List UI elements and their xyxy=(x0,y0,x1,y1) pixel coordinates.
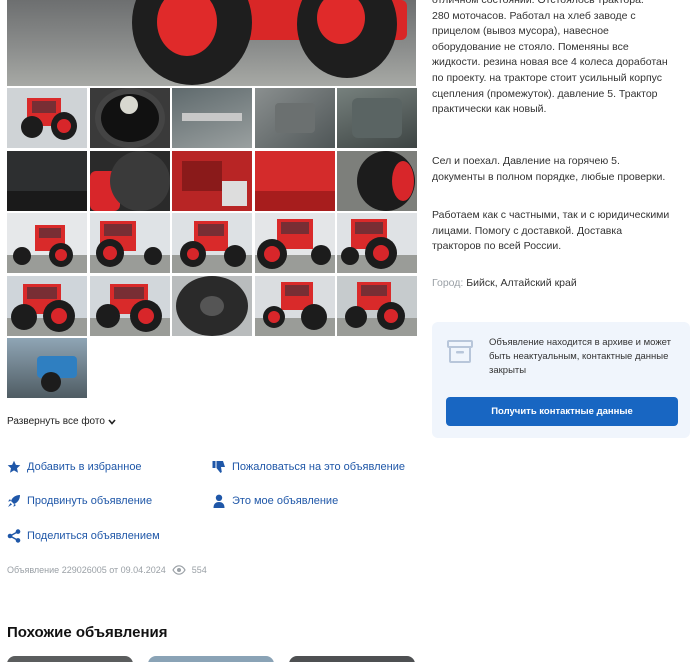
report-listing-link[interactable]: Пожаловаться на это объявление xyxy=(212,460,405,474)
description-line: по проекту. на тракторе стоит усильный к… xyxy=(432,71,663,84)
promote-listing-link[interactable]: Продвинуть объявление xyxy=(7,494,152,508)
views-count: 554 xyxy=(191,565,207,575)
add-to-favorites-label: Добавить в избранное xyxy=(27,461,142,473)
photo-thumb[interactable] xyxy=(89,213,170,273)
photo-thumb[interactable] xyxy=(89,88,170,148)
description-paragraph: отличном состоянии. Отстоялось трактора.… xyxy=(432,0,690,118)
photo-thumb[interactable] xyxy=(7,213,87,273)
description-paragraph: Работаем как с частными, так и с юридиче… xyxy=(432,208,690,255)
description-line: 280 моточасов. Работал на хлеб заводе с xyxy=(432,9,636,22)
photo-thumb[interactable] xyxy=(337,88,417,148)
city-value: Бийск, Алтайский край xyxy=(466,277,577,289)
add-to-favorites-link[interactable]: Добавить в избранное xyxy=(7,460,142,474)
expand-photos-toggle[interactable]: Развернуть все фото xyxy=(7,416,116,427)
expand-photos-label: Развернуть все фото xyxy=(7,416,105,427)
city-info: Город: Бийск, Алтайский край xyxy=(432,277,577,289)
city-label: Город: xyxy=(432,277,464,289)
archive-note: Объявление находится в архиве и может бы… xyxy=(489,337,671,376)
user-icon xyxy=(212,494,226,508)
listing-id-date: Объявление 229026005 от 09.04.2024 xyxy=(7,565,166,575)
photo-thumb[interactable] xyxy=(254,88,335,148)
photo-thumb[interactable] xyxy=(89,150,170,211)
description-line: жидкости. резина новая все 4 колеса дора… xyxy=(432,56,668,69)
photo-thumb[interactable] xyxy=(172,150,252,211)
description-line: Работаем как с частными, так и с юридиче… xyxy=(432,209,670,221)
description-line: отличном состоянии. Отстоялось трактора. xyxy=(432,0,644,6)
report-listing-label: Пожаловаться на это объявление xyxy=(232,461,405,473)
my-listing-label: Это мое объявление xyxy=(232,495,339,507)
share-listing-link[interactable]: Поделиться объявлением xyxy=(7,529,160,543)
description-line: сцепления (промежуток). давление 5. Трак… xyxy=(432,87,658,100)
main-photo[interactable] xyxy=(7,0,416,86)
photo-thumb[interactable] xyxy=(337,275,417,336)
similar-listing-thumb[interactable] xyxy=(7,656,133,662)
share-icon xyxy=(7,529,21,543)
photo-thumb[interactable] xyxy=(89,275,170,336)
photo-thumb[interactable] xyxy=(254,213,335,273)
listing-meta: Объявление 229026005 от 09.04.2024 554 xyxy=(7,565,207,575)
star-icon xyxy=(7,460,21,474)
description-line: Сел и поехал. Давление на горячею 5. xyxy=(432,155,620,167)
photo-thumb[interactable] xyxy=(254,275,335,336)
my-listing-link[interactable]: Это мое объявление xyxy=(212,494,338,508)
photo-thumb[interactable] xyxy=(337,213,417,273)
chevron-down-icon xyxy=(108,417,116,427)
archive-notice: Объявление находится в архиве и может бы… xyxy=(432,322,690,438)
similar-listings-title: Похожие объявления xyxy=(7,624,168,641)
photo-thumb[interactable] xyxy=(172,213,252,273)
rocket-icon xyxy=(7,494,21,508)
eye-icon xyxy=(172,565,186,575)
photo-thumb[interactable] xyxy=(7,275,87,336)
thumbs-down-icon xyxy=(212,460,226,474)
get-contacts-button[interactable]: Получить контактные данные xyxy=(446,397,678,426)
photo-thumb[interactable] xyxy=(337,150,417,211)
photo-thumb[interactable] xyxy=(7,88,87,148)
photo-grid xyxy=(7,88,417,398)
description-line: тракторов по всей России. xyxy=(432,240,562,253)
description-line: документы в полном порядке, любые провер… xyxy=(432,170,666,183)
photo-thumb[interactable] xyxy=(172,275,252,336)
photo-thumb[interactable] xyxy=(7,150,87,211)
description-line: практически как новый. xyxy=(432,103,547,116)
archive-box-icon xyxy=(446,337,474,365)
description-line: лицами. Помогу с доставкой. Доставка xyxy=(432,224,623,237)
similar-listing-thumb[interactable] xyxy=(148,656,274,662)
photo-thumb[interactable] xyxy=(254,150,335,211)
description-line: прицелом (вывоз мусора), навесное xyxy=(432,25,609,38)
photo-thumb[interactable] xyxy=(172,88,252,148)
description-paragraph: Сел и поехал. Давление на горячею 5. док… xyxy=(432,154,690,185)
share-listing-label: Поделиться объявлением xyxy=(27,530,160,542)
similar-listing-thumb[interactable] xyxy=(289,656,415,662)
description-line: оборудование не стояло. Поменяны все xyxy=(432,40,629,53)
promote-listing-label: Продвинуть объявление xyxy=(27,495,153,507)
photo-thumb[interactable] xyxy=(7,338,87,398)
